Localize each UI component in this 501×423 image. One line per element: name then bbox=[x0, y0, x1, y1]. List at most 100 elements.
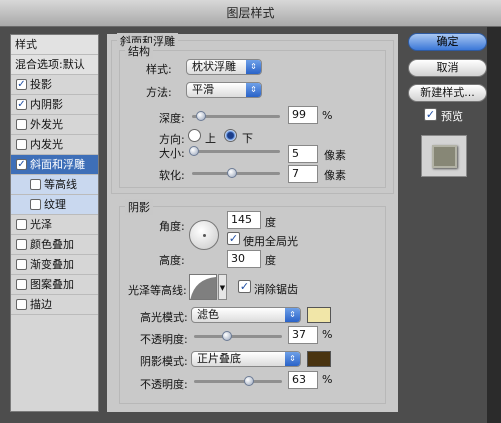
contour-curve-icon bbox=[190, 277, 216, 299]
cancel-button[interactable]: 取消 bbox=[408, 59, 487, 77]
soften-input[interactable]: 7 bbox=[288, 165, 318, 183]
style-item-label: 投影 bbox=[30, 78, 52, 91]
style-item-checkbox[interactable] bbox=[16, 279, 27, 290]
anti-alias-checkbox[interactable]: ✓ bbox=[238, 280, 251, 293]
layer-style-dialog: 图层样式 样式 混合选项:默认 ✓ 投影 ✓ 内阴影 外发光 内发光 ✓ 斜面和浮雕 等高线 纹理… bbox=[0, 0, 501, 423]
angle-dial[interactable] bbox=[189, 220, 219, 250]
soften-slider-thumb[interactable] bbox=[226, 168, 237, 178]
style-item-label: 等高线 bbox=[44, 178, 77, 191]
style-item[interactable]: 图案叠加 bbox=[11, 275, 98, 295]
style-item[interactable]: 描边 bbox=[11, 295, 98, 315]
angle-label: 角度: bbox=[159, 220, 185, 233]
anti-alias-label: 消除锯齿 bbox=[254, 283, 298, 296]
highlight-opacity-unit: % bbox=[322, 328, 333, 341]
gloss-contour-picker[interactable]: ▼ bbox=[189, 274, 227, 300]
style-item-checkbox[interactable] bbox=[16, 139, 27, 150]
preview-checkbox[interactable]: ✓ bbox=[424, 108, 437, 121]
depth-input[interactable]: 99 bbox=[288, 106, 318, 124]
style-item[interactable]: 等高线 bbox=[11, 175, 98, 195]
chevron-updown-icon: ⇕ bbox=[285, 308, 300, 322]
style-item[interactable]: 纹理 bbox=[11, 195, 98, 215]
direction-up-label: 上 bbox=[205, 132, 216, 145]
style-item[interactable]: ✓ 斜面和浮雕 bbox=[11, 155, 98, 175]
shadow-opacity-input[interactable]: 63 bbox=[288, 371, 318, 389]
depth-slider-thumb[interactable] bbox=[195, 111, 206, 121]
highlight-opacity-label: 不透明度: bbox=[140, 333, 188, 346]
style-item-checkbox[interactable] bbox=[30, 179, 41, 190]
shadow-opacity-unit: % bbox=[322, 373, 333, 386]
chevron-updown-icon: ⇕ bbox=[246, 83, 261, 97]
contour-dropdown-icon: ▼ bbox=[218, 274, 227, 300]
style-item-checkbox[interactable]: ✓ bbox=[16, 99, 27, 110]
style-item-checkbox[interactable]: ✓ bbox=[16, 79, 27, 90]
shadow-opacity-label: 不透明度: bbox=[140, 378, 188, 391]
style-item-checkbox[interactable] bbox=[16, 119, 27, 130]
soften-label: 软化: bbox=[159, 169, 185, 182]
style-item-label: 纹理 bbox=[44, 198, 66, 211]
style-item-label: 图案叠加 bbox=[30, 278, 74, 291]
style-item-checkbox[interactable] bbox=[16, 299, 27, 310]
style-label: 样式: bbox=[146, 63, 172, 76]
style-item-label: 内阴影 bbox=[30, 98, 63, 111]
size-label: 大小: bbox=[159, 147, 185, 160]
style-item[interactable]: 颜色叠加 bbox=[11, 235, 98, 255]
technique-select[interactable]: 平滑 ⇕ bbox=[186, 82, 262, 98]
style-item[interactable]: 渐变叠加 bbox=[11, 255, 98, 275]
styles-header[interactable]: 样式 bbox=[11, 35, 98, 55]
highlight-opacity-track[interactable] bbox=[194, 335, 282, 338]
style-item-checkbox[interactable] bbox=[16, 259, 27, 270]
method-label: 方法: bbox=[146, 86, 172, 99]
style-item-checkbox[interactable] bbox=[16, 219, 27, 230]
size-slider-thumb[interactable] bbox=[188, 146, 199, 156]
size-slider-track[interactable] bbox=[192, 150, 280, 153]
style-item-label: 斜面和浮雕 bbox=[30, 158, 85, 171]
angle-input[interactable]: 145 bbox=[227, 211, 261, 229]
altitude-unit: 度 bbox=[265, 254, 276, 267]
global-light-checkbox[interactable]: ✓ bbox=[227, 232, 240, 245]
global-light-label: 使用全局光 bbox=[243, 235, 298, 248]
shadow-opacity-track[interactable] bbox=[194, 380, 282, 383]
style-item[interactable]: 内发光 bbox=[11, 135, 98, 155]
style-item[interactable]: 光泽 bbox=[11, 215, 98, 235]
style-item-label: 渐变叠加 bbox=[30, 258, 74, 271]
shadow-color-swatch[interactable] bbox=[307, 351, 331, 367]
highlight-mode-value: 滤色 bbox=[197, 308, 219, 321]
shadow-mode-value: 正片叠底 bbox=[197, 352, 241, 365]
new-style-button[interactable]: 新建样式... bbox=[408, 84, 487, 102]
style-item-checkbox[interactable] bbox=[16, 239, 27, 250]
ok-button[interactable]: 确定 bbox=[408, 33, 487, 51]
direction-down-label: 下 bbox=[242, 132, 253, 145]
angle-dial-center bbox=[203, 234, 206, 237]
style-item-label: 内发光 bbox=[30, 138, 63, 151]
bevel-style-value: 枕状浮雕 bbox=[192, 60, 236, 73]
highlight-color-swatch[interactable] bbox=[307, 307, 331, 323]
style-item[interactable]: 外发光 bbox=[11, 115, 98, 135]
style-item-checkbox[interactable]: ✓ bbox=[16, 159, 27, 170]
style-item-label: 光泽 bbox=[30, 218, 52, 231]
size-input[interactable]: 5 bbox=[288, 145, 318, 163]
soften-unit: 像素 bbox=[324, 169, 346, 182]
highlight-opacity-thumb[interactable] bbox=[221, 331, 232, 341]
blend-options-item[interactable]: 混合选项:默认 bbox=[11, 55, 98, 75]
depth-unit: % bbox=[322, 109, 333, 122]
style-preview-swatch bbox=[432, 145, 457, 168]
style-item[interactable]: ✓ 内阴影 bbox=[11, 95, 98, 115]
style-item[interactable]: ✓ 投影 bbox=[11, 75, 98, 95]
direction-up-radio[interactable] bbox=[188, 129, 201, 142]
style-item-label: 颜色叠加 bbox=[30, 238, 74, 251]
options-panel: 斜面和浮雕 结构 样式: 枕状浮雕 ⇕ 方法: 平滑 ⇕ 深度: 99 % 方向… bbox=[107, 33, 398, 412]
style-item-checkbox[interactable] bbox=[30, 199, 41, 210]
styles-list: 样式 混合选项:默认 ✓ 投影 ✓ 内阴影 外发光 内发光 ✓ 斜面和浮雕 等高线 纹理 光泽 颜色叠… bbox=[10, 34, 99, 412]
style-item-label: 外发光 bbox=[30, 118, 63, 131]
direction-down-radio[interactable] bbox=[224, 129, 237, 142]
shadow-mode-select[interactable]: 正片叠底 ⇕ bbox=[191, 351, 301, 367]
bevel-style-select[interactable]: 枕状浮雕 ⇕ bbox=[186, 59, 262, 75]
altitude-input[interactable]: 30 bbox=[227, 250, 261, 268]
highlight-mode-label: 高光模式: bbox=[140, 311, 188, 324]
technique-value: 平滑 bbox=[192, 83, 214, 96]
highlight-opacity-input[interactable]: 37 bbox=[288, 326, 318, 344]
structure-title: 结构 bbox=[125, 43, 153, 59]
chevron-updown-icon: ⇕ bbox=[285, 352, 300, 366]
angle-unit: 度 bbox=[265, 216, 276, 229]
highlight-mode-select[interactable]: 滤色 ⇕ bbox=[191, 307, 301, 323]
